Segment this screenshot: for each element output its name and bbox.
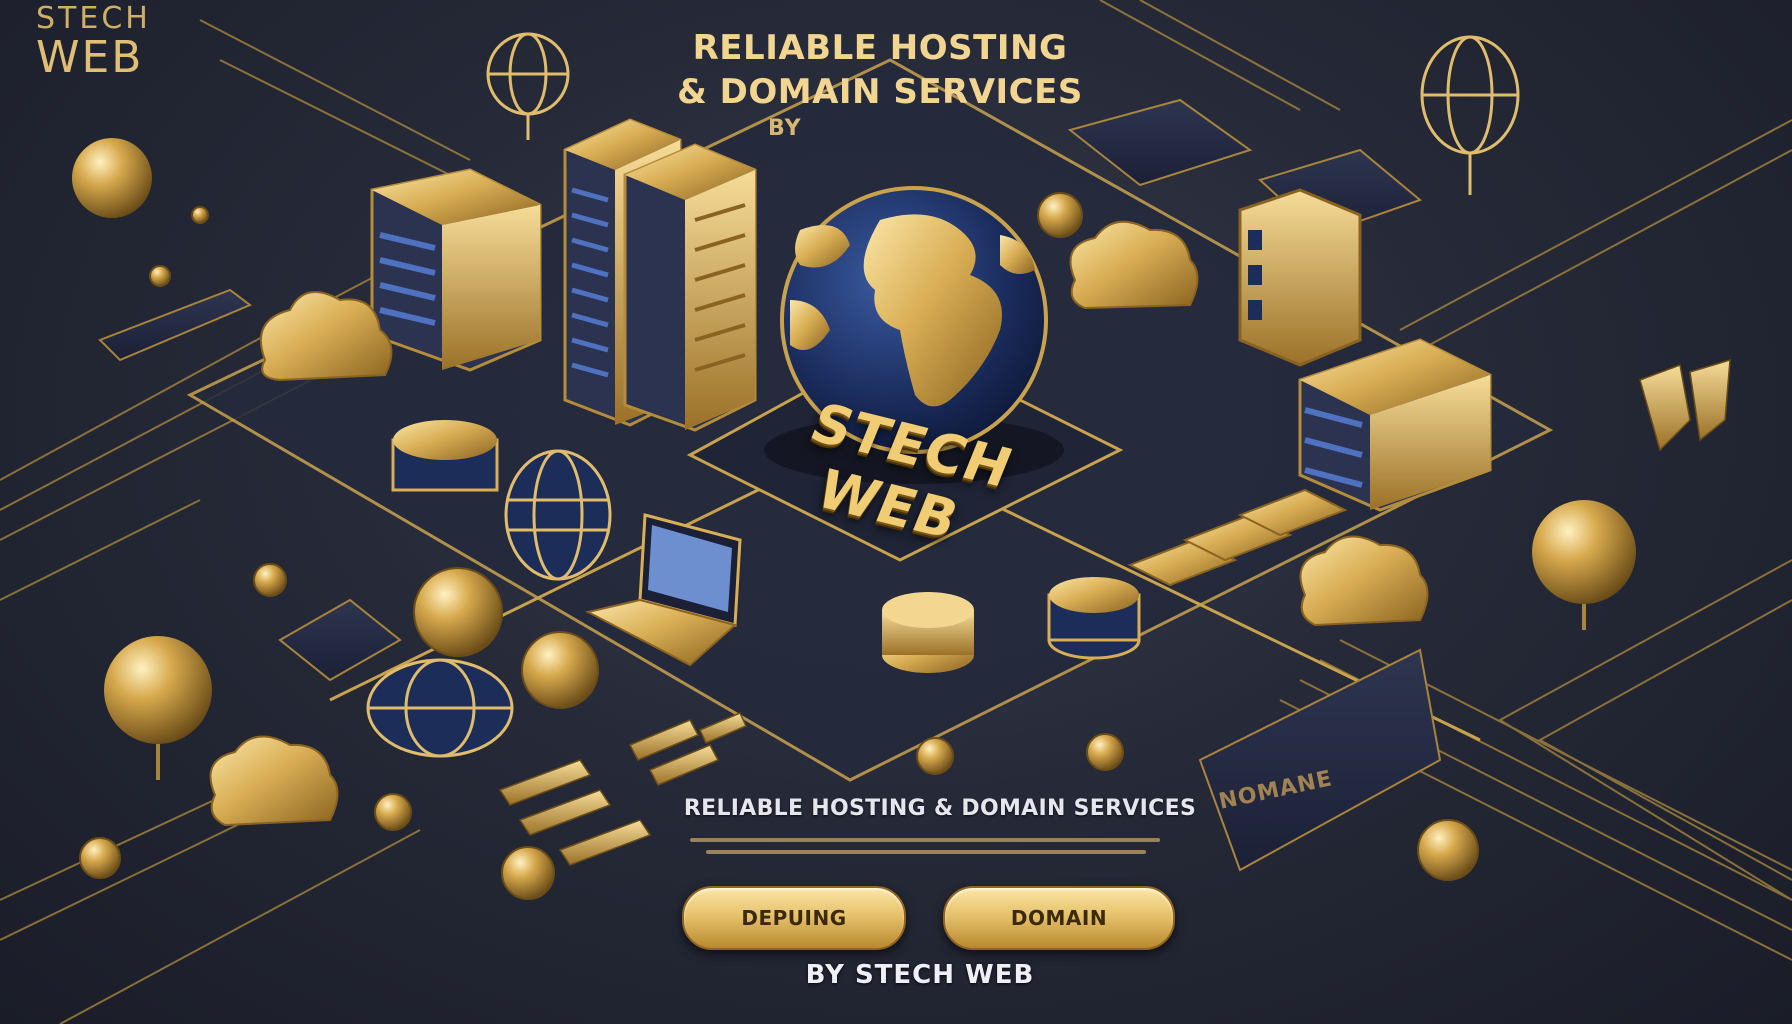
brand-logo: STECH WEB [36,4,216,80]
headline-line1: RELIABLE HOSTING [692,28,1068,68]
headline-line2: & DOMAIN SERVICES [677,72,1083,112]
footer-byline: BY STECH WEB [805,960,1035,990]
tagline: RELIABLE HOSTING & DOMAIN SERVICES [683,796,1197,821]
gear-icon [1417,819,1479,881]
fine-print-lines [690,836,1170,860]
header-byline: BY [768,116,802,141]
domain-button[interactable]: DOMAIN [943,886,1175,950]
brand-logo-line1: STECH [36,1,151,36]
headline: RELIABLE HOSTING & DOMAIN SERVICES [620,26,1140,114]
left-cta-button[interactable]: DEPUING [682,886,906,950]
brand-logo-line2: WEB [36,32,144,83]
